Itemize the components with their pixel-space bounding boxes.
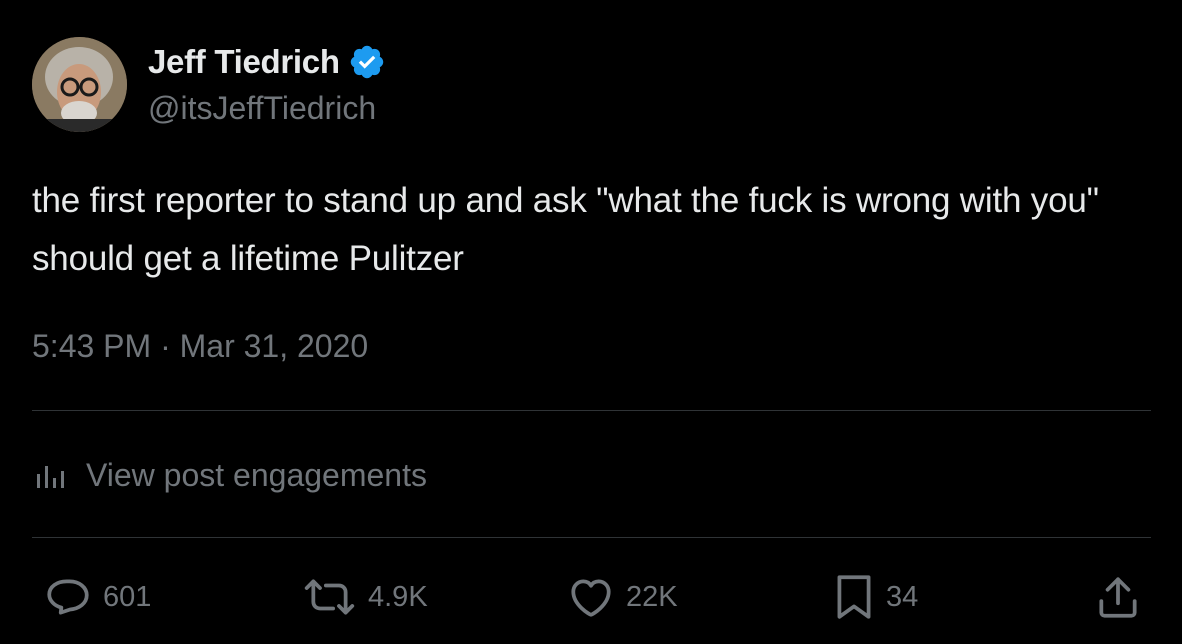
like-button[interactable]: 22K xyxy=(566,570,678,624)
like-count: 22K xyxy=(626,580,678,613)
bookmark-count: 34 xyxy=(886,580,919,613)
reply-icon xyxy=(47,579,89,615)
avatar-image xyxy=(32,37,127,132)
author-name-row[interactable]: Jeff Tiedrich xyxy=(148,42,386,82)
bookmark-button[interactable]: 34 xyxy=(832,570,918,624)
bookmark-icon xyxy=(837,575,871,619)
view-engagements-link[interactable]: View post engagements xyxy=(34,453,427,497)
share-icon xyxy=(1099,577,1137,618)
author-handle[interactable]: @itsJeffTiedrich xyxy=(148,90,376,127)
analytics-icon xyxy=(37,466,64,488)
reply-button[interactable]: 601 xyxy=(43,570,151,624)
verified-badge-icon[interactable] xyxy=(348,43,386,81)
repost-icon xyxy=(304,579,355,615)
author-display-name[interactable]: Jeff Tiedrich xyxy=(148,43,340,81)
reply-count: 601 xyxy=(103,580,152,613)
post-timestamp[interactable]: 5:43 PM · Mar 31, 2020 xyxy=(32,328,368,365)
repost-button[interactable]: 4.9K xyxy=(302,570,428,624)
divider xyxy=(32,410,1151,411)
action-bar: 601 4.9K 22K 34 xyxy=(0,570,1182,624)
avatar[interactable] xyxy=(32,37,127,132)
heart-icon xyxy=(571,579,611,617)
post-text: the first reporter to stand up and ask "… xyxy=(32,181,1099,278)
tweet-detail: Jeff Tiedrich @itsJeffTiedrich the first… xyxy=(0,0,1182,644)
view-engagements-label: View post engagements xyxy=(86,456,427,493)
share-button[interactable] xyxy=(1093,570,1143,624)
divider xyxy=(32,537,1151,538)
repost-count: 4.9K xyxy=(368,580,428,613)
